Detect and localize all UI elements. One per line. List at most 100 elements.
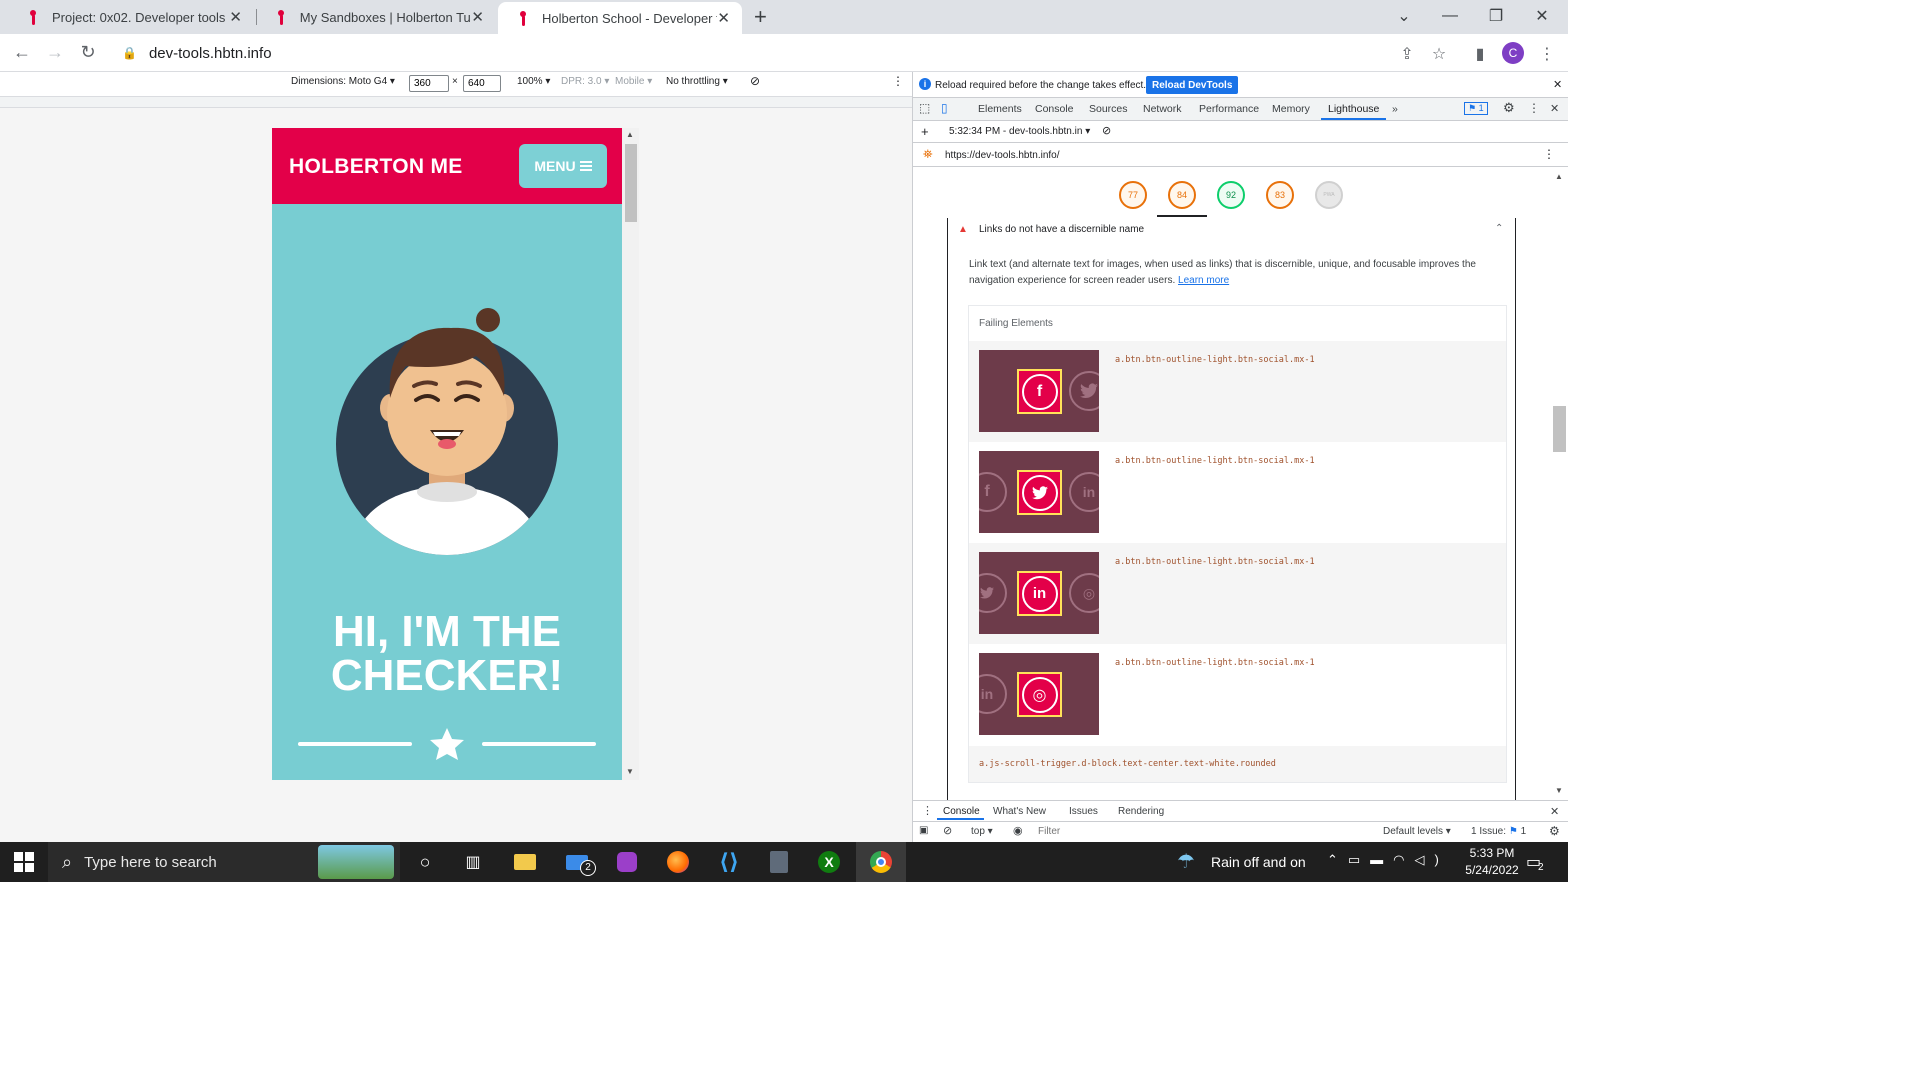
console-issues-counter[interactable]: 1 Issue: ⚑ 1 [1471,826,1526,837]
calculator-icon[interactable] [758,846,800,878]
css-selector[interactable]: a.js-scroll-trigger.d-block.text-center.… [979,759,1276,769]
app-purple-icon[interactable] [606,846,648,878]
back-icon[interactable]: ← [10,42,34,63]
browser-menu-icon[interactable]: ⋮ [1536,43,1558,65]
drawer-menu-icon[interactable]: ⋮ [922,804,933,817]
report-menu-icon[interactable]: ⋮ [1543,147,1555,161]
chrome-icon[interactable] [856,842,906,882]
forward-icon[interactable]: → [43,42,67,63]
share-icon[interactable]: ⇪ [1396,43,1418,65]
device-toolbar-more-icon[interactable]: ⋮ [892,74,904,88]
browser-tab-2[interactable]: My Sandboxes | Holberton Tulsa ✕ [256,0,496,34]
failing-element-row[interactable]: f in a.btn.btn-outline-light.btn-social.… [969,442,1506,543]
drawer-tab-rendering[interactable]: Rendering [1118,806,1164,817]
throttling-dropdown[interactable]: No throttling ▾ [666,76,728,87]
devtools-tab-lighthouse[interactable]: Lighthouse [1328,103,1379,115]
firefox-icon[interactable] [657,846,699,878]
file-explorer-icon[interactable] [504,846,546,878]
failing-element-row[interactable]: f a.btn.btn-outline-light.btn-social.mx-… [969,341,1506,442]
devtools-tab-memory[interactable]: Memory [1272,103,1310,115]
score-gauge-accessibility[interactable]: 84 [1168,181,1196,209]
devtools-tab-network[interactable]: Network [1143,103,1182,115]
cortana-icon[interactable]: ○ [404,846,446,878]
settings-gear-icon[interactable]: ⚙ [1503,100,1515,116]
close-tab-icon[interactable]: ✕ [229,8,242,26]
devtools-tab-console[interactable]: Console [1035,103,1074,115]
minimize-icon[interactable]: — [1427,0,1473,32]
new-tab-button[interactable]: + [754,4,767,30]
score-gauge-pwa[interactable]: PWA [1315,181,1343,209]
scroll-down-arrow-icon[interactable]: ▼ [1555,786,1563,795]
windows-start-icon[interactable] [14,852,34,872]
browser-tab-3-active[interactable]: Holberton School - Developer to ✕ [498,2,742,34]
device-width-input[interactable] [409,75,449,92]
tab-search-icon[interactable]: ⌄ [1381,0,1427,32]
css-selector[interactable]: a.btn.btn-outline-light.btn-social.mx-1 [1115,557,1315,567]
dimensions-dropdown[interactable]: Dimensions: Moto G4 ▾ [291,76,395,87]
drawer-tab-whats-new[interactable]: What's New [993,806,1046,817]
context-selector[interactable]: top ▾ [971,826,993,837]
close-tab-icon[interactable]: ✕ [471,8,484,26]
menu-button[interactable]: MENU [519,144,607,188]
devtools-tab-elements[interactable]: Elements [978,103,1022,115]
failing-element-row[interactable]: in ◎ a.btn.btn-outline-light.btn-social.… [969,644,1506,745]
close-drawer-icon[interactable]: ✕ [1550,805,1559,818]
scroll-up-arrow-icon[interactable]: ▲ [626,130,634,139]
mail-icon[interactable]: 2 [556,846,598,878]
reload-devtools-button[interactable]: Reload DevTools [1146,76,1239,94]
report-url[interactable]: https://dev-tools.hbtn.info/ [945,150,1060,161]
console-sidebar-icon[interactable]: ▣ [919,825,928,836]
close-infobar-icon[interactable]: ✕ [1553,78,1562,91]
weather-rain-icon[interactable]: ☂ [1177,849,1195,874]
zoom-dropdown[interactable]: 100% ▾ [517,76,550,87]
score-gauge-seo[interactable]: 83 [1266,181,1294,209]
report-selector[interactable]: 5:32:34 PM - dev-tools.hbtn.in ▾ [949,126,1090,137]
weather-text[interactable]: Rain off and on [1211,854,1306,870]
system-tray-icons[interactable]: ⌃▭▬◠◁) [1327,852,1449,868]
rotate-icon[interactable]: ⊘ [750,74,760,88]
inspect-element-icon[interactable]: ⬚ [919,101,930,115]
page-scrollbar-thumb[interactable] [625,144,637,222]
device-toolbar-toggle-icon[interactable]: ▯ [941,101,948,115]
address-bar[interactable]: 🔒 dev-tools.hbtn.info [112,39,1392,67]
drawer-tab-console[interactable]: Console [943,806,980,817]
browser-tab-1[interactable]: Project: 0x02. Developer tools | H ✕ [8,0,254,34]
clear-reports-icon[interactable]: ⊘ [1102,124,1111,137]
reload-icon[interactable]: ↻ [76,42,100,63]
clock[interactable]: 5:33 PM 5/24/2022 [1460,845,1524,879]
score-gauge-best-practices[interactable]: 92 [1217,181,1245,209]
console-filter-input[interactable] [1038,824,1376,839]
close-tab-icon[interactable]: ✕ [717,9,730,27]
scroll-up-arrow-icon[interactable]: ▲ [1555,172,1563,181]
css-selector[interactable]: a.btn.btn-outline-light.btn-social.mx-1 [1115,456,1315,466]
devtools-more-icon[interactable]: ⋮ [1528,101,1540,115]
devtools-scrollbar-thumb[interactable] [1553,406,1566,452]
dpr-dropdown[interactable]: DPR: 3.0 ▾ [561,76,609,87]
learn-more-link[interactable]: Learn more [1178,275,1229,286]
device-type-dropdown[interactable]: Mobile ▾ [615,76,652,87]
vscode-icon[interactable]: ⟨⟩ [708,846,750,878]
console-settings-gear-icon[interactable]: ⚙ [1549,824,1560,838]
bookmark-star-icon[interactable]: ☆ [1428,43,1450,65]
new-report-icon[interactable]: + [921,124,929,139]
issues-badge[interactable]: ⚑ 1 [1464,102,1488,115]
more-tabs-button[interactable]: » [1392,103,1398,115]
side-panel-icon[interactable]: ▮ [1469,43,1491,65]
css-selector[interactable]: a.btn.btn-outline-light.btn-social.mx-1 [1115,355,1315,365]
css-selector[interactable]: a.btn.btn-outline-light.btn-social.mx-1 [1115,658,1315,668]
devtools-scrollbar[interactable] [1552,168,1568,800]
score-gauge-performance[interactable]: 77 [1119,181,1147,209]
site-logo[interactable]: HOLBERTON ME [289,155,463,179]
collapse-chevron-icon[interactable]: ⌃ [1495,223,1503,234]
close-window-icon[interactable]: ✕ [1519,0,1565,32]
page-scrollbar[interactable] [622,128,639,780]
log-levels-dropdown[interactable]: Default levels ▾ [1383,826,1451,837]
drawer-tab-issues[interactable]: Issues [1069,806,1098,817]
devtools-tab-performance[interactable]: Performance [1199,103,1259,115]
clear-console-icon[interactable]: ⊘ [943,824,952,837]
audit-title[interactable]: Links do not have a discernible name [979,224,1144,235]
task-view-icon[interactable]: ▥ [452,846,494,878]
device-height-input[interactable] [463,75,501,92]
taskbar-search-box[interactable]: ⌕ Type here to search [48,842,400,882]
live-expression-eye-icon[interactable]: ◉ [1013,824,1023,837]
